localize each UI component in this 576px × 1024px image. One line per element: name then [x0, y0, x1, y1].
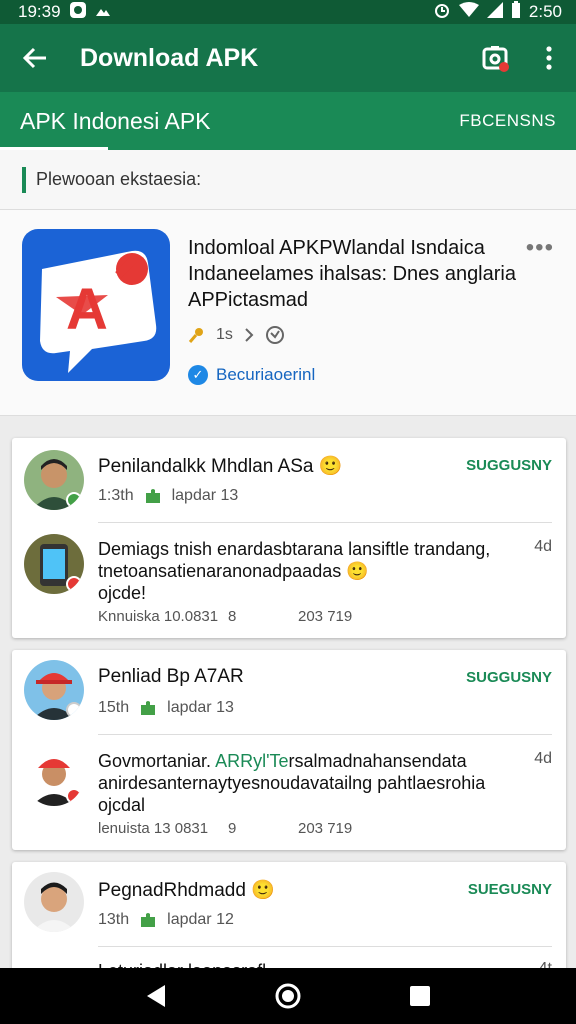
post-time: 15th [98, 699, 130, 716]
device-avatar[interactable] [24, 534, 84, 594]
section-label: Plewooan ekstaesia: [36, 169, 202, 189]
post-time: 13th [98, 911, 130, 928]
status-time: 19:39 [18, 2, 61, 21]
battery-icon [511, 0, 521, 24]
app-icon[interactable]: A [22, 229, 170, 381]
post-time: 1:3th [98, 487, 134, 504]
avatar[interactable] [24, 660, 84, 720]
nav-back-button[interactable] [126, 968, 186, 1024]
notification-icon [69, 1, 87, 24]
post-message: Govmortaniar. ARRyl'Tersalmadnahansendat… [98, 751, 486, 815]
arrow-left-icon [22, 47, 46, 69]
post-meta: Knnuiska 10.0831 8 203 719 [98, 608, 353, 625]
post-meta: lenuista 13 0831 9 203 719 [98, 820, 353, 837]
post-author: Penliad Bp A7AR [98, 666, 244, 687]
avatar[interactable] [24, 746, 84, 806]
key-icon [188, 328, 203, 343]
avatar[interactable] [24, 872, 84, 932]
post-update: lapdar 12 [167, 911, 234, 928]
wifi-icon [458, 1, 479, 23]
app-bar: Download APK [0, 24, 576, 92]
more-vert-icon [546, 46, 552, 70]
puzzle-icon [145, 489, 160, 503]
post-author: Penilandalkk Mhdlan ASa 🙂 [98, 456, 343, 477]
follow-button[interactable]: SUEGUSNY [468, 881, 552, 898]
post-update: lapdar 13 [167, 699, 234, 716]
nav-recents-button[interactable] [390, 968, 450, 1024]
status-badge [66, 788, 82, 804]
triangle-back-icon [147, 985, 165, 1007]
circle-home-icon [275, 983, 301, 1009]
alarm-icon [433, 1, 451, 24]
puzzle-icon [141, 701, 156, 715]
online-badge [66, 702, 82, 718]
screenshot-button[interactable] [468, 24, 522, 92]
smile-emoji-icon: 🙂 [318, 456, 343, 477]
post-age: 4d [534, 750, 552, 767]
divider [98, 522, 552, 523]
smile-emoji-icon: 🙂 [251, 880, 275, 901]
app-name-line2: Indaneelames ihalsas: Dnes anglaria [188, 263, 516, 285]
tab-apk-indonesia[interactable]: APK Indonesi APK [20, 108, 211, 135]
globe-icon [265, 326, 284, 344]
puzzle-icon [141, 913, 156, 927]
post-card[interactable]: PegnadRhdmadd 🙂 13th lapdar 12 SUEGUSNY … [12, 862, 566, 982]
app-name-line3: APPictasmad [188, 289, 309, 311]
post-card[interactable]: Penilandalkk Mhdlan ASa 🙂 1:3th lapdar 1… [12, 438, 566, 638]
post-sub: 13th lapdar 12 [98, 911, 234, 929]
status-bar: 19:39 2:50 [0, 0, 576, 24]
section-accent-bar [22, 166, 26, 193]
page-title: Download APK [80, 43, 259, 72]
nav-home-button[interactable] [258, 968, 318, 1024]
follow-button[interactable]: SUGGUSNY [466, 457, 552, 474]
check-circle-icon: ✓ [188, 365, 208, 385]
follow-button[interactable]: SUGGUSNY [466, 669, 552, 686]
verified-row: ✓ Becuriaoerinl [188, 365, 528, 385]
divider [98, 946, 552, 947]
verified-label: Becuriaoerinl [216, 365, 316, 384]
post-sub: 15th lapdar 13 [98, 699, 234, 717]
tab-bar: APK Indonesi APK FBCENSNS [0, 92, 576, 150]
post-sub: 1:3th lapdar 13 [98, 487, 238, 505]
post-card[interactable]: Penliad Bp A7AR 15th lapdar 13 SUGGUSNY … [12, 650, 566, 850]
app-name-line1: Indomloal APKPWlandal Isndaica [188, 237, 485, 259]
cast-icon [95, 2, 111, 22]
post-age: 4d [534, 538, 552, 555]
app-more-icon[interactable]: ••• [526, 234, 554, 262]
back-button[interactable] [0, 24, 70, 92]
post-author: PegnadRhdmadd 🙂 [98, 880, 275, 901]
tab-right-label[interactable]: FBCENSNS [459, 111, 556, 131]
square-recents-icon [410, 986, 430, 1006]
online-badge [66, 492, 82, 508]
system-nav-bar [0, 968, 576, 1024]
post-message: Demiags tnish enardasbtarana lansiftle t… [98, 539, 491, 603]
signal-icon [486, 1, 503, 23]
avatar[interactable] [24, 450, 84, 510]
notification-dot [499, 62, 509, 72]
divider [98, 734, 552, 735]
section-header: Plewooan ekstaesia: [0, 150, 576, 210]
status-badge [66, 576, 82, 592]
app-card[interactable]: A Indomloal APKPWlandal Isndaica Indanee… [0, 210, 576, 416]
status-time-right: 2:50 [528, 2, 562, 21]
post-update: lapdar 13 [171, 487, 239, 504]
app-meta: 1s [188, 325, 528, 345]
chevron-right-icon [245, 328, 254, 342]
app-rating: 1s [216, 326, 233, 343]
app-logo-icon: A [40, 250, 157, 373]
overflow-menu-button[interactable] [522, 24, 576, 92]
